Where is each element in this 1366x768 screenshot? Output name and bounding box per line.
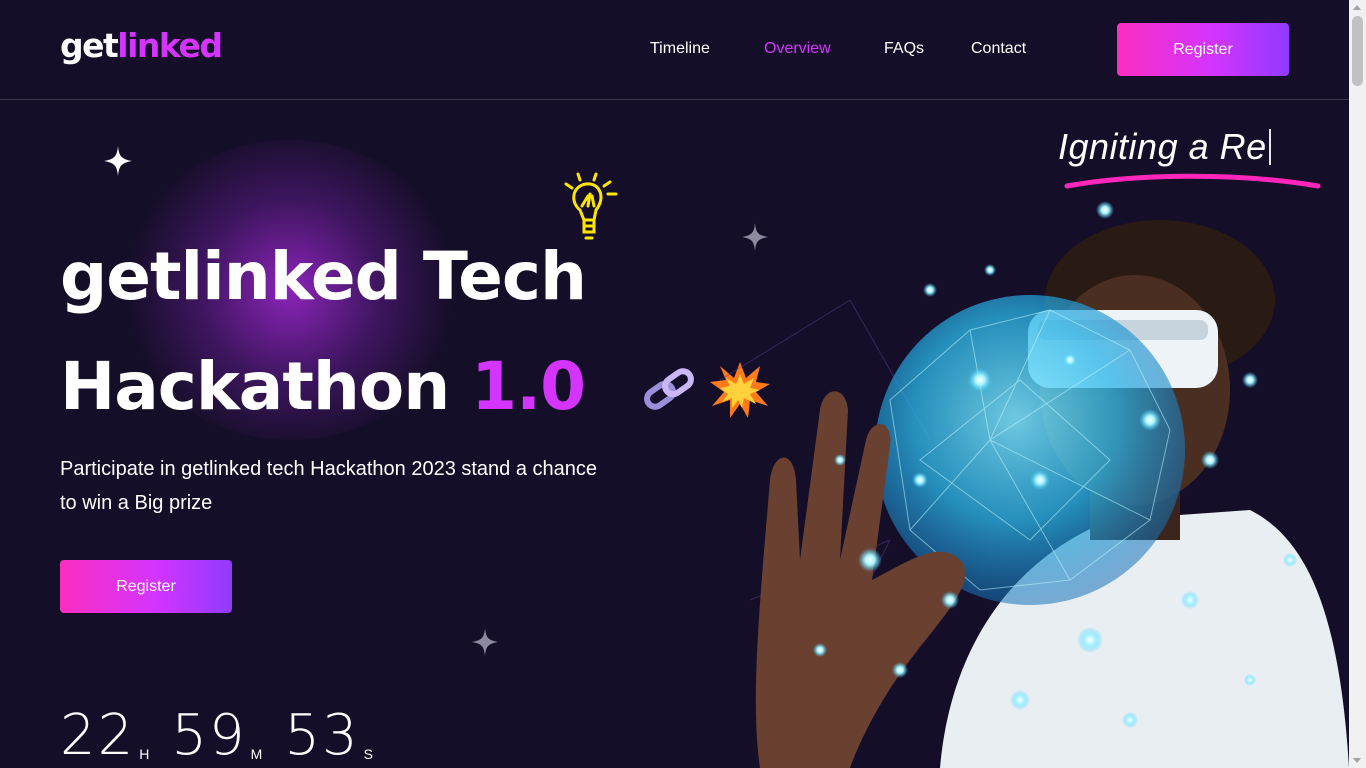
nav-contact[interactable]: Contact <box>971 40 1026 58</box>
nav-faqs[interactable]: FAQs <box>884 40 924 58</box>
logo-part-get: get <box>60 26 119 65</box>
star-icon <box>472 628 498 656</box>
countdown-hours-label: H <box>139 746 150 762</box>
hero-title-line1: getlinked Tech <box>60 238 587 315</box>
hero-title-main: Hackathon <box>60 348 472 425</box>
hero-title-line2: Hackathon 1.0 <box>60 348 586 425</box>
countdown-seconds-value: 53 <box>284 703 360 768</box>
typing-cursor <box>1268 129 1271 165</box>
star-icon <box>104 146 132 176</box>
scroll-down-arrow-icon[interactable] <box>1353 758 1361 763</box>
site-header: getlinked Timeline Overview FAQs Contact… <box>0 0 1349 100</box>
countdown-seconds: 53 S <box>284 704 373 768</box>
header-register-button[interactable]: Register <box>1117 23 1289 76</box>
scroll-up-arrow-icon[interactable] <box>1353 5 1361 10</box>
countdown-minutes: 59 M <box>171 704 262 768</box>
countdown-minutes-label: M <box>250 746 263 762</box>
hero-tagline: Igniting a Re <box>1058 126 1271 168</box>
hero-description: Participate in getlinked tech Hackathon … <box>60 458 598 514</box>
scrollbar-thumb[interactable] <box>1352 16 1363 86</box>
nav-overview[interactable]: Overview <box>764 40 831 58</box>
hero-title-version: 1.0 <box>471 348 586 425</box>
logo[interactable]: getlinked <box>60 26 223 65</box>
tagline-text: Igniting a Re <box>1058 126 1267 167</box>
page-scrollbar[interactable] <box>1349 0 1366 768</box>
nav-timeline[interactable]: Timeline <box>650 40 710 58</box>
countdown-timer: 22 H 59 M 53 S <box>60 704 373 768</box>
hero-register-button[interactable]: Register <box>60 560 232 613</box>
lightbulb-icon <box>564 172 618 240</box>
logo-part-linked: linked <box>117 26 223 65</box>
countdown-hours: 22 H <box>60 704 149 768</box>
countdown-seconds-label: S <box>363 746 373 762</box>
countdown-hours-value: 22 <box>60 703 136 768</box>
page: getlinked Timeline Overview FAQs Contact… <box>0 0 1349 768</box>
countdown-minutes-value: 59 <box>171 703 247 768</box>
hero-image <box>719 201 1349 768</box>
